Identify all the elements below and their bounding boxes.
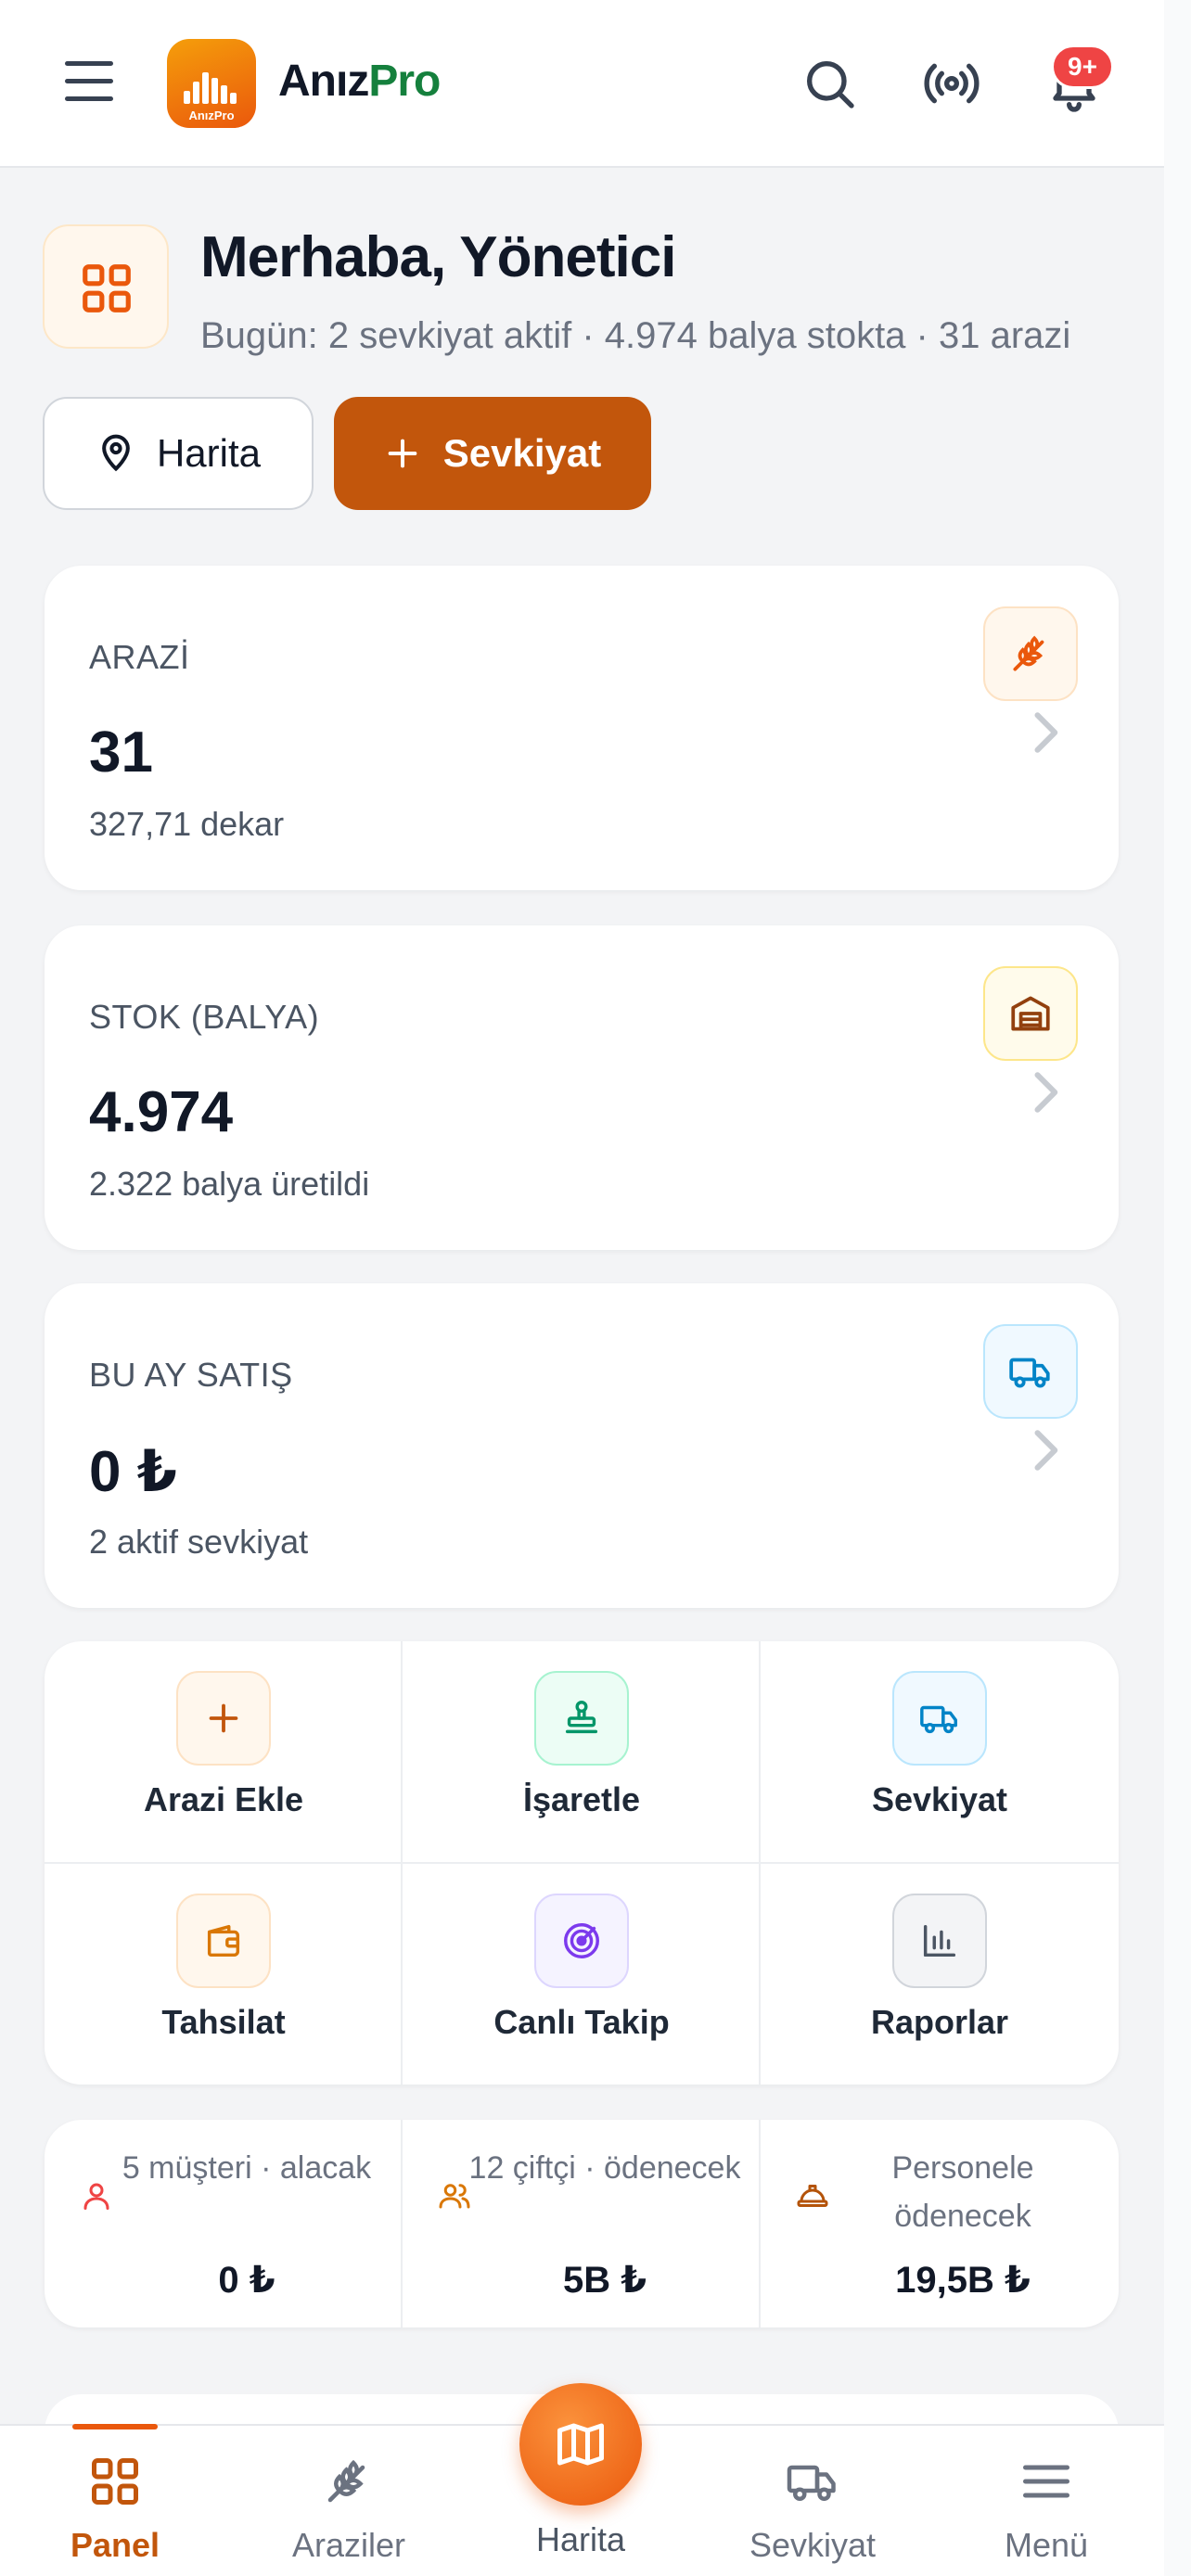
users-icon: [439, 2184, 470, 2209]
notification-badge: 9+: [1051, 45, 1114, 89]
quick-action-shipment[interactable]: Sevkiyat: [761, 1641, 1119, 1863]
qa-label: Canlı Takip: [493, 2003, 670, 2041]
balance-farmers[interactable]: 12 çiftçi · ödenecek 5B ₺: [403, 2120, 761, 2327]
hardhat-icon: [797, 2185, 828, 2207]
stat-icon-box: [983, 966, 1078, 1061]
nav-label: Araziler: [291, 2526, 406, 2564]
menu-icon[interactable]: [65, 61, 113, 104]
qa-label: Tahsilat: [161, 2003, 286, 2041]
wallet-icon: [207, 1924, 240, 1958]
stat-subtext: 2.322 balya üretildi: [89, 1165, 370, 1203]
quick-action-reports[interactable]: Raporlar: [761, 1864, 1119, 2085]
qa-label: İşaretle: [522, 1780, 641, 1818]
map-button-label: Harita: [156, 431, 262, 475]
balance-text: Personele ödenecek: [891, 2150, 1034, 2234]
radar-icon: [564, 1923, 599, 1958]
broadcast-icon[interactable]: [922, 54, 981, 113]
stat-value: 0 ₺: [89, 1440, 177, 1504]
dashboard-icon-box: [43, 224, 169, 349]
qa-label: Arazi Ekle: [143, 1780, 304, 1818]
balance-customers[interactable]: 5 müşteri · alacak 0 ₺: [45, 2120, 403, 2327]
stat-card-stok[interactable]: STOK (BALYA) 4.974 2.322 balya üretildi: [45, 925, 1119, 1250]
menu-icon: [1023, 2465, 1069, 2498]
stat-label: ARAZİ: [89, 638, 190, 676]
user-icon: [83, 2183, 109, 2210]
qa-icon-box: [892, 1671, 987, 1766]
truck-icon: [920, 1705, 957, 1734]
qa-icon-box: [176, 1671, 271, 1766]
qa-icon-box: [892, 1894, 987, 1988]
page-title: Merhaba, Yönetici: [200, 225, 676, 289]
page-subtitle: Bugün: 2 sevkiyat aktif · 4.974 balya st…: [200, 315, 1071, 356]
nav-shipments[interactable]: Sevkiyat: [720, 2426, 905, 2576]
chevron-right-icon: [1034, 1430, 1058, 1471]
map-fab-button[interactable]: [519, 2383, 642, 2506]
chevron-right-icon: [1034, 1072, 1058, 1113]
plus-icon: [388, 439, 417, 468]
chevron-right-icon: [1034, 712, 1058, 753]
stat-label: BU AY SATIŞ: [89, 1356, 293, 1394]
stat-value: 31: [89, 721, 153, 784]
balance-value: 19,5B ₺: [895, 2260, 1031, 2301]
truck-icon: [1009, 1358, 1050, 1388]
balance-value: 5B ₺: [562, 2260, 647, 2301]
qa-icon-box: [534, 1894, 629, 1988]
search-icon[interactable]: [800, 54, 859, 113]
nav-fields[interactable]: Araziler: [256, 2426, 442, 2576]
quick-action-add-field[interactable]: Arazi Ekle: [45, 1641, 403, 1863]
stamp-icon: [565, 1701, 598, 1734]
top-app-bar: AnızPro AnızPro 9+: [0, 0, 1164, 168]
wheat-icon: [327, 2459, 365, 2503]
grid-icon: [92, 2458, 138, 2505]
qa-label: Sevkiyat: [871, 1780, 1008, 1818]
stat-subtext: 327,71 dekar: [89, 805, 285, 843]
wheat-icon: [1013, 635, 1044, 671]
stat-icon-box: [983, 1324, 1078, 1419]
quick-action-live-tracking[interactable]: Canlı Takip: [403, 1864, 761, 2085]
new-shipment-label: Sevkiyat: [442, 431, 602, 475]
stat-value: 4.974: [89, 1080, 234, 1144]
logo-text: AnızPro: [188, 108, 235, 122]
quick-action-mark[interactable]: İşaretle: [403, 1641, 761, 1863]
quick-actions-grid: Arazi Ekle İşaretle Sevkiyat Tahsilat Ca…: [45, 1641, 1119, 2085]
map-icon: [557, 2423, 604, 2466]
balance-text: 5 müşteri · alacak: [122, 2150, 372, 2186]
quick-action-collection[interactable]: Tahsilat: [45, 1864, 403, 2085]
truck-icon: [787, 2465, 836, 2501]
nav-label-map: Harita: [535, 2520, 626, 2558]
nav-label: Menü: [1004, 2526, 1089, 2564]
warehouse-icon: [1011, 996, 1050, 1031]
qa-icon-box: [534, 1671, 629, 1766]
stat-card-sales[interactable]: BU AY SATIŞ 0 ₺ 2 aktif sevkiyat: [45, 1283, 1119, 1608]
nav-panel[interactable]: Panel: [22, 2424, 208, 2576]
map-pin-icon: [102, 434, 130, 472]
stat-label: STOK (BALYA): [89, 998, 320, 1036]
stat-icon-box: [983, 606, 1078, 701]
balance-personnel[interactable]: Personele ödenecek 19,5B ₺: [761, 2120, 1119, 2327]
grid-icon: [83, 264, 131, 312]
nav-label: Sevkiyat: [749, 2526, 877, 2564]
nav-label: Panel: [70, 2526, 160, 2564]
map-button[interactable]: Harita: [43, 397, 314, 510]
plus-icon: [209, 1703, 238, 1733]
nav-menu[interactable]: Menü: [954, 2426, 1139, 2576]
balance-text: 12 çiftçi · ödenecek: [468, 2150, 741, 2186]
balances-card: 5 müşteri · alacak 0 ₺ 12 çiftçi · ödene…: [45, 2120, 1119, 2327]
qa-label: Raporlar: [870, 2003, 1009, 2041]
stat-subtext: 2 aktif sevkiyat: [89, 1523, 309, 1561]
new-shipment-button[interactable]: Sevkiyat: [334, 397, 651, 510]
qa-icon-box: [176, 1894, 271, 1988]
scrollbar-track[interactable]: [1164, 0, 1191, 2576]
stat-card-arazi[interactable]: ARAZİ 31 327,71 dekar: [45, 566, 1119, 890]
brand-name: AnızPro: [278, 57, 441, 106]
balance-value: 0 ₺: [218, 2260, 275, 2301]
app-logo[interactable]: AnızPro: [167, 39, 256, 128]
bar-chart-icon: [923, 1924, 956, 1958]
